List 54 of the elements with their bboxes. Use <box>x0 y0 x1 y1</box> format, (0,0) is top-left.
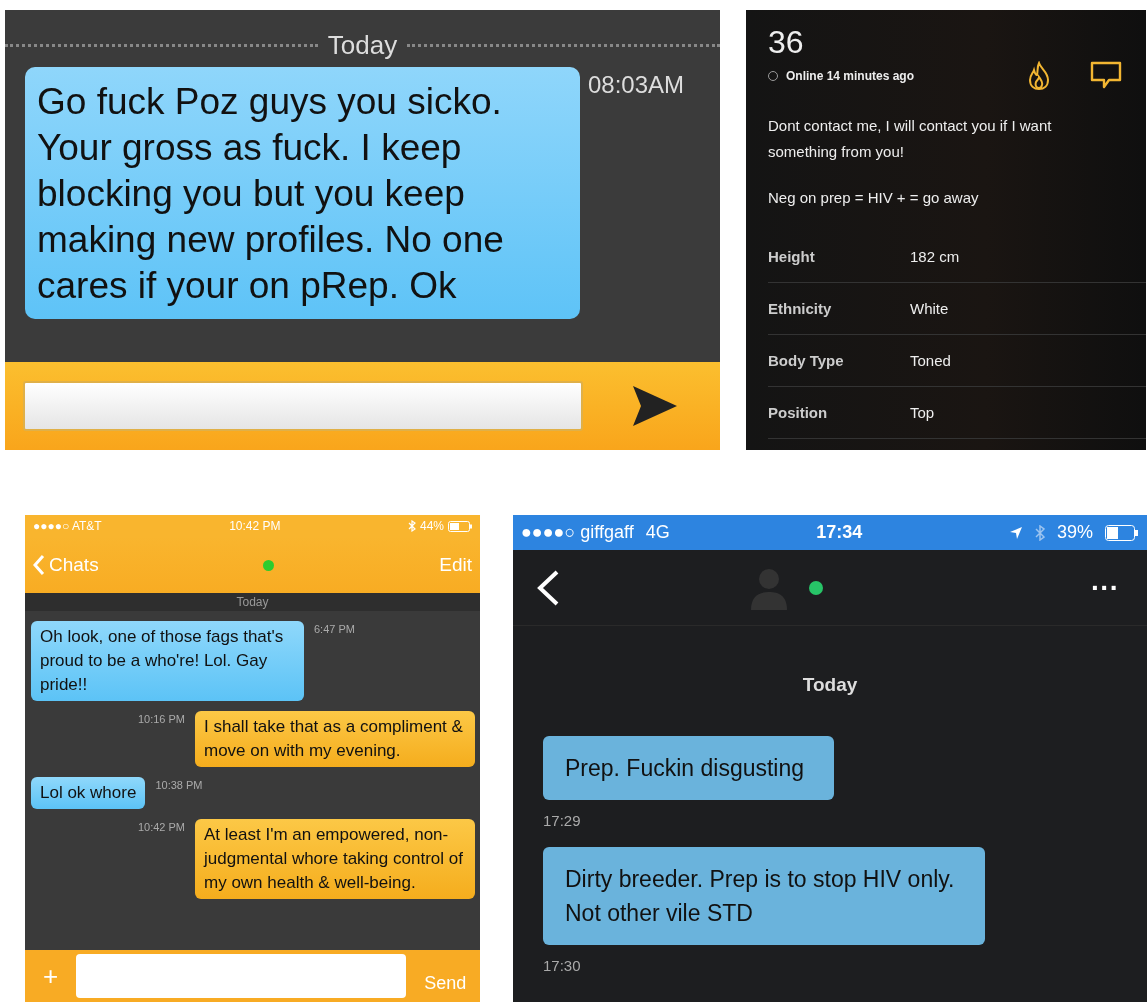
message-time: 10:42 PM <box>137 821 185 833</box>
battery-percent: 39% <box>1056 522 1093 543</box>
detail-value: Top <box>910 404 935 421</box>
send-icon[interactable] <box>633 386 677 426</box>
date-label: Today <box>327 30 398 61</box>
message-time: 08:03AM <box>588 71 685 99</box>
bluetooth-icon <box>1034 524 1045 541</box>
detail-value: 182 cm <box>910 248 960 265</box>
battery-icon <box>1105 524 1139 541</box>
send-button[interactable]: Send <box>424 972 467 994</box>
message-time: 10:38 PM <box>155 779 203 791</box>
online-status: Online 14 minutes ago <box>786 69 915 83</box>
message-bubble: Prep. Fuckin disgusting <box>543 736 835 800</box>
chat-icon[interactable] <box>1090 61 1122 91</box>
date-label: Today <box>236 595 269 609</box>
carrier-label: ●●●●○ AT&T <box>33 519 102 533</box>
battery-percent: 44% <box>419 519 444 533</box>
bluetooth-icon <box>407 520 416 532</box>
message-bubble: Dirty breeder. Prep is to stop HIV only. Not other vile STD <box>543 847 985 945</box>
message-bubble: Go fuck Poz guys you sicko. Your gross as fuck. I keep blocking you but you keep making new profiles. No one cares if your on pRep. Ok <box>25 67 580 319</box>
back-icon[interactable] <box>537 569 559 606</box>
message-bubble: Oh look, one of those fags that's proud to be a who're! Lol. Gay pride!! <box>31 621 304 701</box>
detail-label: Height <box>768 248 816 265</box>
back-button[interactable]: Chats <box>33 554 99 576</box>
detail-value: Toned <box>910 352 951 369</box>
online-dot-icon <box>263 559 275 571</box>
add-button[interactable]: + <box>43 960 59 992</box>
detail-label: Body Type <box>768 352 845 369</box>
detail-label: Ethnicity <box>768 300 833 317</box>
edit-button[interactable]: Edit <box>439 554 472 576</box>
battery-icon <box>448 520 472 532</box>
message-bubble: At least I'm an empowered, non-judgmental whore taking control of my own health & well-being. <box>195 819 475 899</box>
message-time: 10:16 PM <box>137 713 185 725</box>
date-label: Today <box>801 674 859 696</box>
message-time: 6:47 PM <box>314 623 355 635</box>
profile-age: 36 <box>768 24 805 61</box>
message-input[interactable] <box>76 954 407 998</box>
online-dot-icon <box>809 580 823 595</box>
message-bubble: Lol ok whore <box>31 777 146 809</box>
more-menu-button[interactable]: ··· <box>1091 571 1119 604</box>
bio-text: Neg on prep = HIV + = go away <box>768 188 980 208</box>
message-time: 17:30 <box>543 957 582 974</box>
detail-label: Position <box>768 404 829 421</box>
carrier-label: ●●●●○ giffgaff <box>521 522 634 543</box>
flame-icon[interactable] <box>1026 61 1052 91</box>
clock: 10:42 PM <box>229 519 281 533</box>
message-bubble: I shall take that as a compliment & move on with my evening. <box>195 711 475 767</box>
location-arrow-icon <box>1008 525 1023 540</box>
message-input[interactable] <box>23 381 583 431</box>
network-label: 4G <box>645 522 670 543</box>
detail-value: White <box>910 300 949 317</box>
bio-text: Dont contact me, I will contact you if I want something from you! <box>768 116 1053 162</box>
clock: 17:34 <box>816 522 863 543</box>
message-time: 17:29 <box>543 812 582 829</box>
